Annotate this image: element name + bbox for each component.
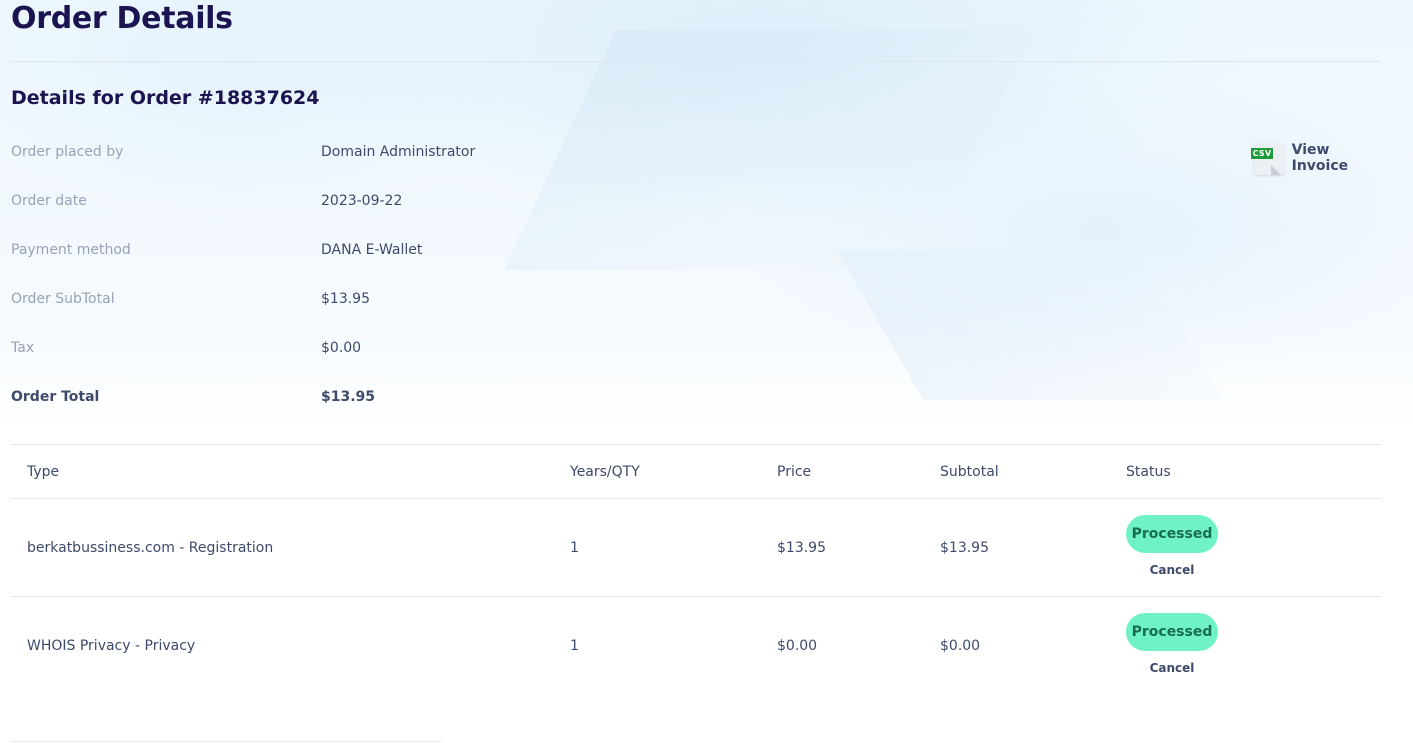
column-header-subtotal: Subtotal xyxy=(940,464,999,480)
row-status-cell: Processed Cancel xyxy=(1126,515,1218,577)
detail-value: Domain Administrator xyxy=(321,144,476,160)
csv-badge: CSV xyxy=(1251,148,1273,159)
column-header-status: Status xyxy=(1126,464,1171,480)
table-row: WHOIS Privacy - Privacy 1 $0.00 $0.00 Pr… xyxy=(11,597,1381,695)
status-badge: Processed xyxy=(1126,515,1218,553)
detail-value: $13.95 xyxy=(321,291,370,307)
row-price: $13.95 xyxy=(777,540,826,556)
detail-value: 2023-09-22 xyxy=(321,193,403,209)
status-badge: Processed xyxy=(1126,613,1218,651)
view-invoice-label: View Invoice xyxy=(1291,142,1349,174)
row-qty: 1 xyxy=(570,638,579,654)
row-type: WHOIS Privacy - Privacy xyxy=(27,638,196,654)
title-divider xyxy=(11,61,1381,62)
detail-label: Order Total xyxy=(11,389,100,405)
column-header-qty: Years/QTY xyxy=(570,464,640,480)
detail-label: Tax xyxy=(11,340,35,356)
column-header-type: Type xyxy=(27,464,60,480)
row-price: $0.00 xyxy=(777,638,818,654)
page-title: Order Details xyxy=(11,1,233,36)
detail-label: Order date xyxy=(11,193,87,209)
row-subtotal: $0.00 xyxy=(940,638,981,654)
cancel-link[interactable]: Cancel xyxy=(1126,563,1218,577)
detail-row-placed-by: Order placed by Domain Administrator xyxy=(11,140,911,164)
detail-row-order-total: Order Total $13.95 xyxy=(11,385,911,409)
detail-row-subtotal: Order SubTotal $13.95 xyxy=(11,287,911,311)
column-header-price: Price xyxy=(777,464,812,480)
detail-row-order-date: Order date 2023-09-22 xyxy=(11,189,911,213)
detail-value: $0.00 xyxy=(321,340,362,356)
detail-label: Payment method xyxy=(11,242,131,258)
row-qty: 1 xyxy=(570,540,579,556)
row-status-cell: Processed Cancel xyxy=(1126,613,1218,675)
order-section-title: Details for Order #18837624 xyxy=(11,87,320,109)
table-row: berkatbussiness.com - Registration 1 $13… xyxy=(11,499,1381,597)
csv-file-icon: CSV xyxy=(1251,141,1284,175)
detail-value: DANA E-Wallet xyxy=(321,242,423,258)
detail-value: $13.95 xyxy=(321,389,376,405)
cancel-link[interactable]: Cancel xyxy=(1126,661,1218,675)
table-header: Type Years/QTY Price Subtotal Status xyxy=(11,445,1381,499)
detail-label: Order placed by xyxy=(11,144,124,160)
view-invoice-link[interactable]: CSV View Invoice xyxy=(1251,140,1381,176)
detail-row-payment-method: Payment method DANA E-Wallet xyxy=(11,238,911,262)
row-type: berkatbussiness.com - Registration xyxy=(27,540,274,556)
bottom-divider xyxy=(11,741,441,742)
detail-row-tax: Tax $0.00 xyxy=(11,336,911,360)
detail-label: Order SubTotal xyxy=(11,291,115,307)
row-subtotal: $13.95 xyxy=(940,540,989,556)
